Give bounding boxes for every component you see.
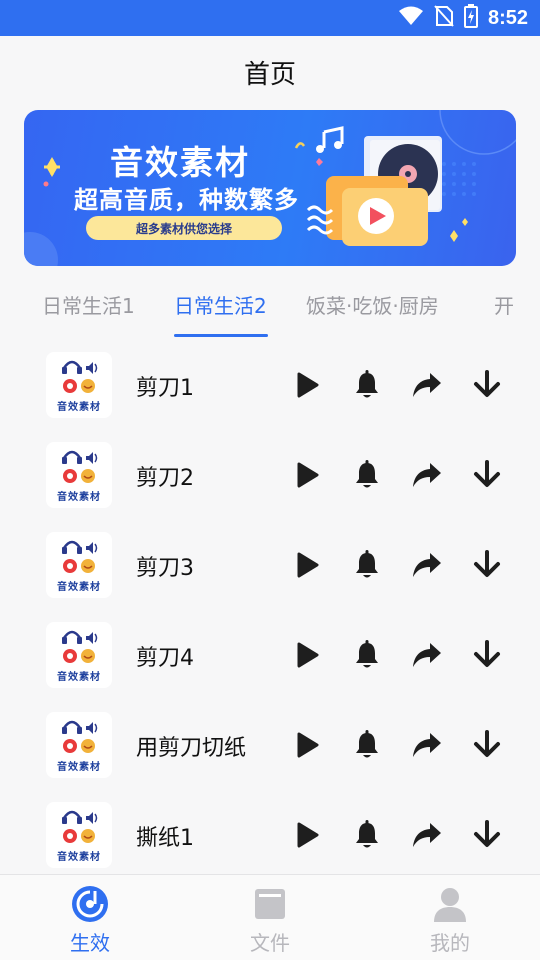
sound-logo-icon [62, 540, 98, 573]
sound-name: 剪刀1 [136, 376, 194, 401]
disc-icon [71, 885, 109, 923]
list-item[interactable]: 音效素材 剪刀2 [0, 430, 540, 520]
bell-icon[interactable] [348, 456, 386, 494]
download-icon[interactable] [468, 726, 506, 764]
share-icon[interactable] [408, 726, 446, 764]
play-icon[interactable] [288, 366, 326, 404]
status-bar: 8:52 [0, 0, 540, 36]
sound-name: 剪刀4 [136, 646, 194, 671]
bell-icon[interactable] [348, 366, 386, 404]
active-tab-indicator [174, 334, 268, 337]
tab-daily-life-1[interactable]: 日常生活1 [42, 290, 135, 319]
bottom-nav: 生效 文件 我的 [0, 874, 540, 960]
nav-profile[interactable]: 我的 [360, 875, 540, 960]
nav-effects[interactable]: 生效 [0, 875, 180, 960]
download-icon[interactable] [468, 636, 506, 674]
sound-thumbnail: 音效素材 [46, 532, 112, 598]
list-item[interactable]: 音效素材 剪刀4 [0, 610, 540, 700]
list-item[interactable]: 音效素材 剪刀1 [0, 340, 540, 430]
download-icon[interactable] [468, 816, 506, 854]
folder-icon [251, 885, 289, 923]
promo-banner[interactable]: 音效素材 超高音质，种数繁多 超多素材供您选择 [24, 110, 516, 266]
nav-label: 生效 [70, 931, 110, 955]
bell-icon[interactable] [348, 816, 386, 854]
download-icon[interactable] [468, 366, 506, 404]
banner-pill: 超多素材供您选择 [86, 216, 282, 240]
sound-name: 剪刀3 [136, 556, 194, 581]
banner-title: 音效素材 [110, 143, 250, 182]
nav-files[interactable]: 文件 [180, 875, 360, 960]
share-icon[interactable] [408, 546, 446, 584]
share-icon[interactable] [408, 636, 446, 674]
download-icon[interactable] [468, 546, 506, 584]
sound-name: 撕纸1 [136, 826, 194, 851]
sound-name: 剪刀2 [136, 466, 194, 491]
share-icon[interactable] [408, 456, 446, 494]
thumbnail-caption: 音效素材 [57, 672, 101, 683]
sound-thumbnail: 音效素材 [46, 712, 112, 778]
user-icon [431, 885, 469, 923]
sound-thumbnail: 音效素材 [46, 352, 112, 418]
sound-thumbnail: 音效素材 [46, 622, 112, 688]
sound-logo-icon [62, 630, 98, 663]
thumbnail-caption: 音效素材 [57, 852, 101, 863]
clock: 8:52 [487, 6, 528, 29]
list-item[interactable]: 音效素材 用剪刀切纸 [0, 700, 540, 790]
bell-icon[interactable] [348, 636, 386, 674]
tab-daily-life-2[interactable]: 日常生活2 [174, 290, 267, 319]
bell-icon[interactable] [348, 546, 386, 584]
thumbnail-caption: 音效素材 [57, 762, 101, 773]
play-icon[interactable] [288, 726, 326, 764]
list-item[interactable]: 音效素材 剪刀3 [0, 520, 540, 610]
category-tabs: 日常生活1 日常生活2 饭菜·吃饭·厨房 开 [0, 278, 540, 340]
status-icons: 8:52 [398, 4, 528, 32]
wifi-icon [398, 5, 424, 31]
play-icon[interactable] [288, 456, 326, 494]
nav-label: 我的 [430, 931, 470, 955]
tab-partial[interactable]: 开 [494, 290, 514, 319]
sound-logo-icon [62, 360, 98, 393]
play-icon[interactable] [288, 546, 326, 584]
title-bar: 首页 [0, 36, 540, 108]
battery-charging-icon [463, 4, 478, 32]
sound-logo-icon [62, 810, 98, 843]
share-icon[interactable] [408, 366, 446, 404]
sound-logo-icon [62, 720, 98, 753]
sound-thumbnail: 音效素材 [46, 802, 112, 868]
tab-food-kitchen[interactable]: 饭菜·吃饭·厨房 [306, 290, 439, 319]
download-icon[interactable] [468, 456, 506, 494]
page-title: 首页 [243, 59, 296, 90]
sound-name: 用剪刀切纸 [136, 736, 247, 761]
thumbnail-caption: 音效素材 [57, 492, 101, 503]
play-icon[interactable] [288, 636, 326, 674]
thumbnail-caption: 音效素材 [57, 402, 101, 413]
share-icon[interactable] [408, 816, 446, 854]
sound-logo-icon [62, 450, 98, 483]
bell-icon[interactable] [348, 726, 386, 764]
sound-thumbnail: 音效素材 [46, 442, 112, 508]
nav-label: 文件 [250, 931, 290, 955]
no-sim-icon [434, 5, 454, 31]
banner-subtitle: 超高音质，种数繁多 [74, 186, 299, 214]
play-icon[interactable] [288, 816, 326, 854]
thumbnail-caption: 音效素材 [57, 582, 101, 593]
list-item[interactable]: 音效素材 撕纸1 [0, 790, 540, 880]
